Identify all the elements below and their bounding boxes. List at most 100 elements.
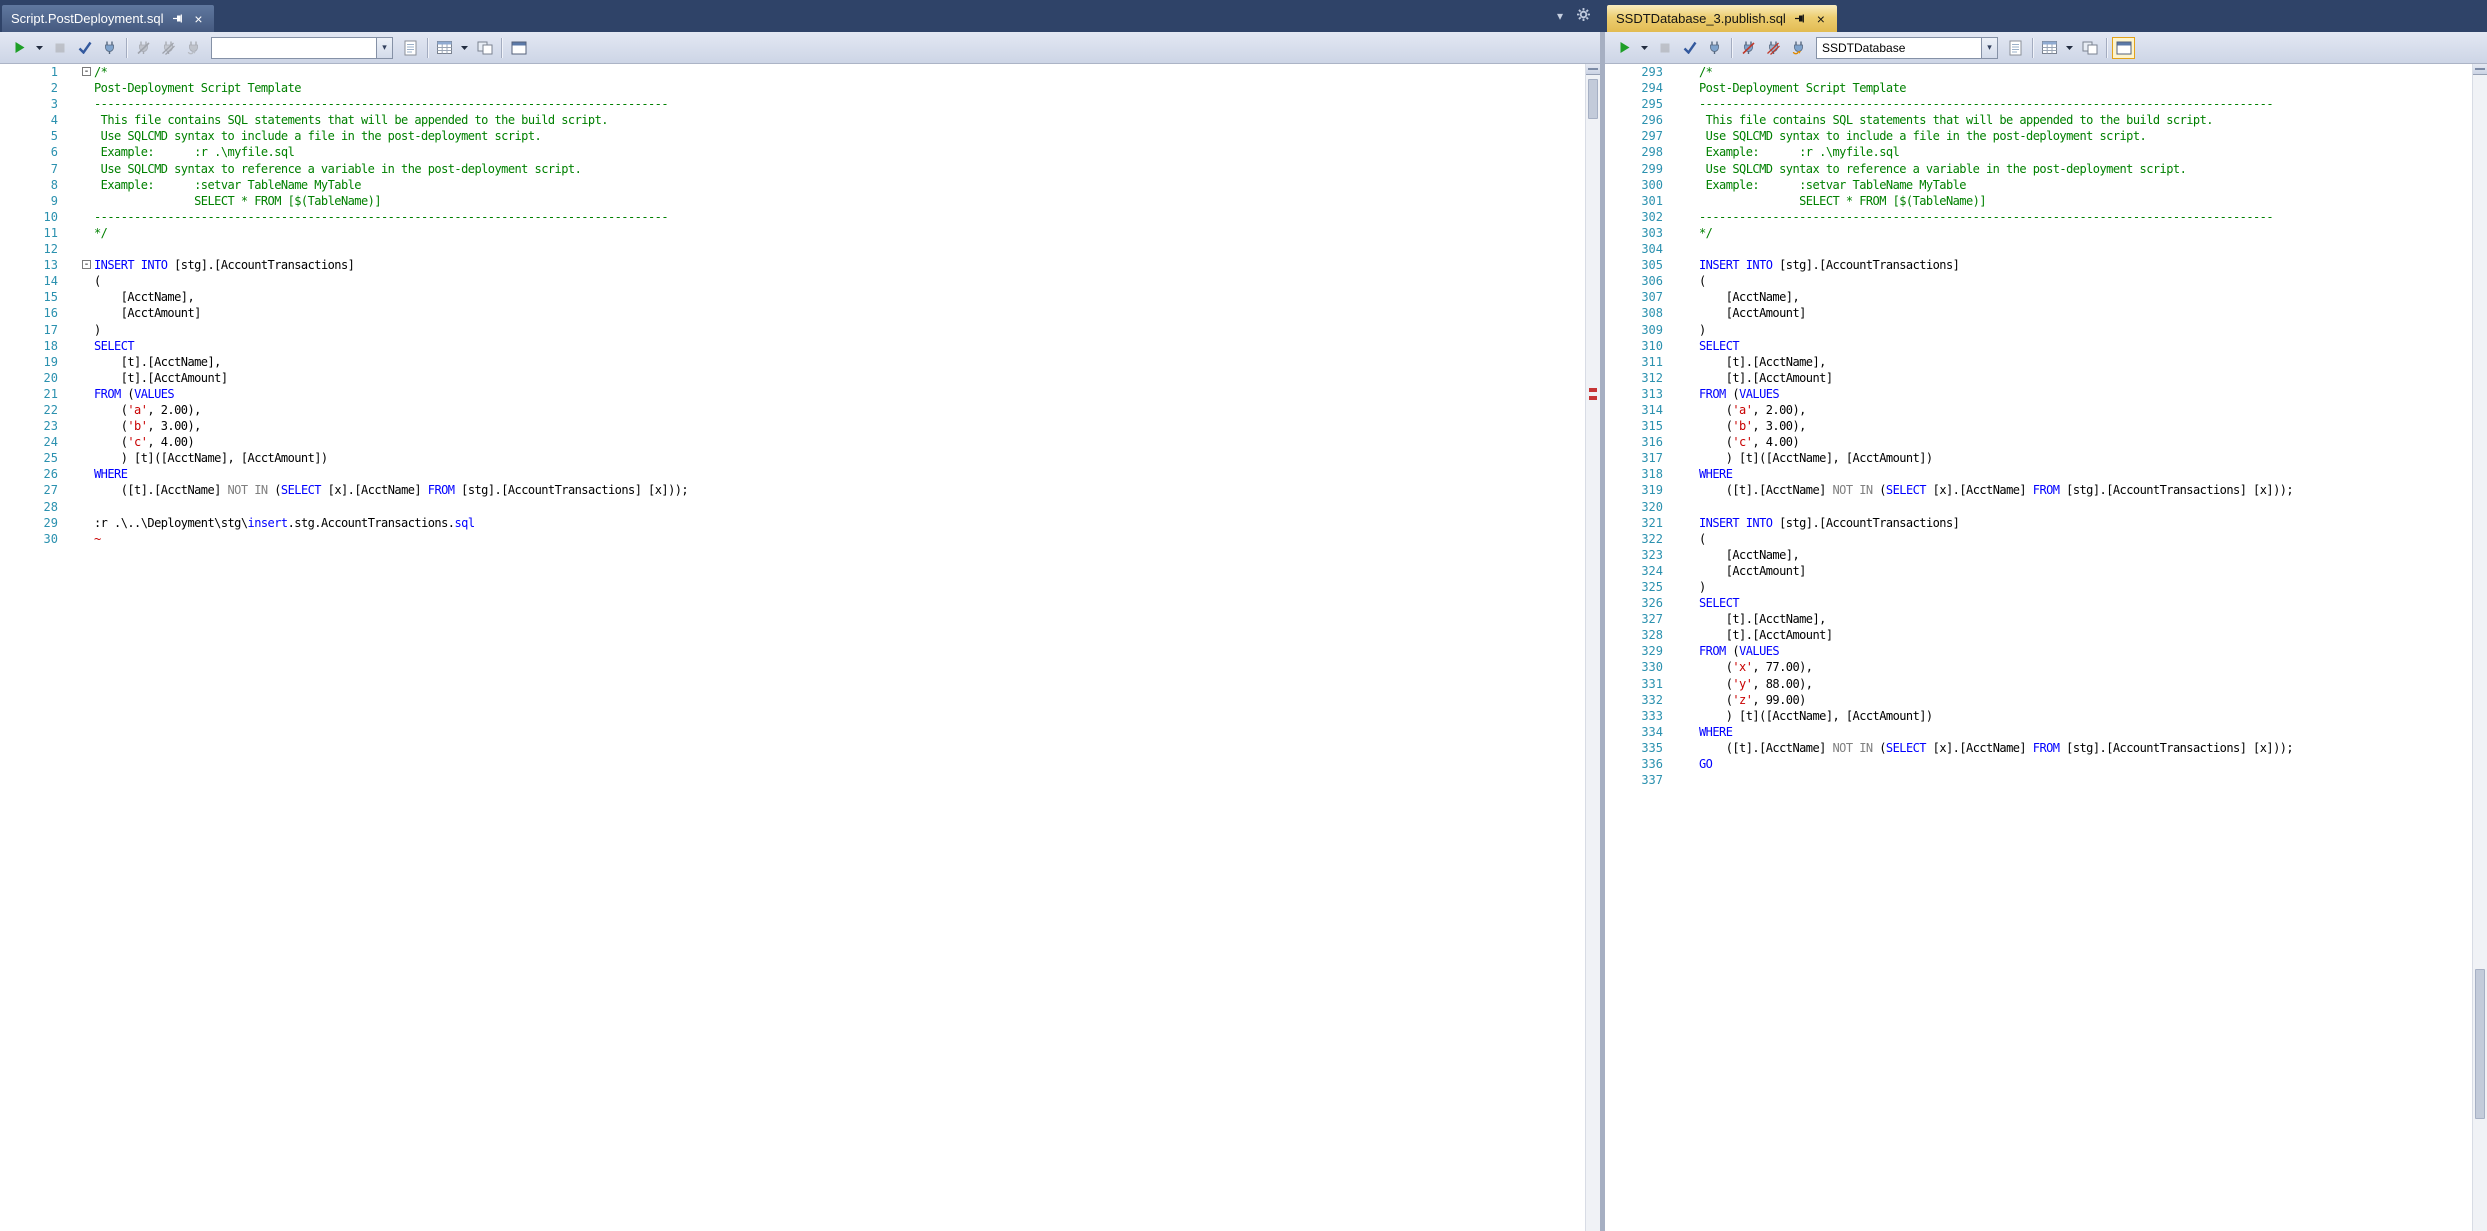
fold-collapse-icon[interactable]: - xyxy=(82,67,91,76)
code-row[interactable]: 297 Use SQLCMD syntax to include a file … xyxy=(1605,128,2472,144)
parse-button[interactable] xyxy=(1678,37,1701,59)
line-number[interactable]: 6 xyxy=(0,144,58,160)
line-number[interactable]: 21 xyxy=(0,386,58,402)
line-number[interactable]: 330 xyxy=(1605,659,1663,675)
code-line[interactable]: ([t].[AcctName] NOT IN (SELECT [x].[Acct… xyxy=(1699,740,2293,756)
code-row[interactable]: 299 Use SQLCMD syntax to reference a var… xyxy=(1605,161,2472,177)
execute-options-chevron[interactable] xyxy=(1638,37,1651,59)
code-line[interactable]: [t].[AcctAmount] xyxy=(1699,370,1833,386)
execute-button[interactable] xyxy=(8,37,31,59)
code-row[interactable]: 331 ('y', 88.00), xyxy=(1605,676,2472,692)
code-row[interactable]: 320 xyxy=(1605,499,2472,515)
code-line[interactable]: ([t].[AcctName] NOT IN (SELECT [x].[Acct… xyxy=(94,482,688,498)
line-number[interactable]: 311 xyxy=(1605,354,1663,370)
code-row[interactable]: 3---------------------------------------… xyxy=(0,96,1585,112)
line-number[interactable]: 296 xyxy=(1605,112,1663,128)
code-line[interactable]: Use SQLCMD syntax to reference a variabl… xyxy=(1699,161,2186,177)
code-row[interactable]: 323 [AcctName], xyxy=(1605,547,2472,563)
execute-button[interactable] xyxy=(1613,37,1636,59)
scrollbar-thumb[interactable] xyxy=(2475,969,2485,1119)
code-row[interactable]: 14( xyxy=(0,273,1585,289)
code-line[interactable]: INSERT INTO [stg].[AccountTransactions] xyxy=(94,257,354,273)
code-line[interactable]: */ xyxy=(1699,225,1712,241)
split-handle[interactable] xyxy=(2473,64,2487,75)
code-line[interactable]: ( xyxy=(94,273,101,289)
code-line[interactable]: Use SQLCMD syntax to include a file in t… xyxy=(1699,128,2146,144)
code-line[interactable]: SELECT * FROM [$(TableName)] xyxy=(1699,193,1986,209)
code-row[interactable]: 313FROM (VALUES xyxy=(1605,386,2472,402)
code-row[interactable]: 17) xyxy=(0,322,1585,338)
code-row[interactable]: 29:r .\..\Deployment\stg\insert.stg.Acco… xyxy=(0,515,1585,531)
line-number[interactable]: 7 xyxy=(0,161,58,177)
line-number[interactable]: 329 xyxy=(1605,643,1663,659)
code-line[interactable]: ) [t]([AcctName], [AcctAmount]) xyxy=(1699,450,1933,466)
pin-icon[interactable] xyxy=(170,11,184,26)
line-number[interactable]: 2 xyxy=(0,80,58,96)
code-line[interactable]: ('c', 4.00) xyxy=(1699,434,1799,450)
left-vertical-scrollbar[interactable] xyxy=(1585,64,1600,1231)
line-number[interactable]: 321 xyxy=(1605,515,1663,531)
code-row[interactable]: 13 -INSERT INTO [stg].[AccountTransaction… xyxy=(0,257,1585,273)
gear-icon[interactable] xyxy=(1577,8,1590,24)
line-number[interactable]: 30 xyxy=(0,531,58,547)
line-number[interactable]: 335 xyxy=(1605,740,1663,756)
code-line[interactable]: ('y', 88.00), xyxy=(1699,676,1812,692)
code-line[interactable]: ('c', 4.00) xyxy=(94,434,194,450)
code-row[interactable]: 314 ('a', 2.00), xyxy=(1605,402,2472,418)
line-number[interactable]: 320 xyxy=(1605,499,1663,515)
code-row[interactable]: 315 ('b', 3.00), xyxy=(1605,418,2472,434)
line-number[interactable]: 309 xyxy=(1605,322,1663,338)
code-row[interactable]: 306( xyxy=(1605,273,2472,289)
database-combobox[interactable]: SSDTDatabase ▾ xyxy=(1816,37,1998,59)
code-row[interactable]: 300 Example: :setvar TableName MyTable xyxy=(1605,177,2472,193)
pin-icon[interactable] xyxy=(1793,11,1807,26)
code-row[interactable]: 298 Example: :r .\myfile.sql xyxy=(1605,144,2472,160)
code-row[interactable]: 310 SELECT xyxy=(1605,338,2472,354)
code-line[interactable]: SELECT * FROM [$(TableName)] xyxy=(94,193,381,209)
line-number[interactable]: 336 xyxy=(1605,756,1663,772)
line-number[interactable]: 310 xyxy=(1605,338,1663,354)
code-row[interactable]: 295-------------------------------------… xyxy=(1605,96,2472,112)
code-line[interactable]: ([t].[AcctName] NOT IN (SELECT [x].[Acct… xyxy=(1699,482,2293,498)
code-line[interactable]: ( xyxy=(1699,531,1706,547)
code-row[interactable]: 305INSERT INTO [stg].[AccountTransaction… xyxy=(1605,257,2472,273)
line-number[interactable]: 299 xyxy=(1605,161,1663,177)
line-number[interactable]: 24 xyxy=(0,434,58,450)
code-line[interactable]: WHERE xyxy=(94,466,127,482)
code-line[interactable]: [t].[AcctName], xyxy=(94,354,221,370)
code-line[interactable]: Example: :r .\myfile.sql xyxy=(94,144,294,160)
code-row[interactable]: 332 ('z', 99.00) xyxy=(1605,692,2472,708)
fold-collapse-icon[interactable]: - xyxy=(82,260,91,269)
code-row[interactable]: 296 This file contains SQL statements th… xyxy=(1605,112,2472,128)
code-line[interactable]: SELECT xyxy=(1699,338,1739,354)
code-row[interactable]: 328 [t].[AcctAmount] xyxy=(1605,627,2472,643)
code-line[interactable]: ) [t]([AcctName], [AcctAmount]) xyxy=(1699,708,1933,724)
line-number[interactable]: 5 xyxy=(0,128,58,144)
code-row[interactable]: 10--------------------------------------… xyxy=(0,209,1585,225)
line-number[interactable]: 298 xyxy=(1605,144,1663,160)
code-line[interactable]: SELECT xyxy=(94,338,134,354)
line-number[interactable]: 13 xyxy=(0,257,58,273)
line-number[interactable]: 15 xyxy=(0,289,58,305)
code-line[interactable]: [t].[AcctAmount] xyxy=(1699,627,1833,643)
line-number[interactable]: 18 xyxy=(0,338,58,354)
line-number[interactable]: 23 xyxy=(0,418,58,434)
tab-script-postdeployment[interactable]: Script.PostDeployment.sql × xyxy=(2,5,214,32)
change-connection-button[interactable] xyxy=(1787,37,1810,59)
line-number[interactable]: 323 xyxy=(1605,547,1663,563)
code-row[interactable]: 19 [t].[AcctName], xyxy=(0,354,1585,370)
line-number[interactable]: 3 xyxy=(0,96,58,112)
combobox-dropdown-button[interactable]: ▾ xyxy=(1981,38,1997,58)
code-row[interactable]: 293/* xyxy=(1605,64,2472,80)
execute-options-chevron[interactable] xyxy=(33,37,46,59)
code-line[interactable]: [AcctName], xyxy=(1699,289,1799,305)
line-number[interactable]: 28 xyxy=(0,499,58,515)
line-number[interactable]: 308 xyxy=(1605,305,1663,321)
code-row[interactable]: 1-/* xyxy=(0,64,1585,80)
code-row[interactable]: 15 [AcctName], xyxy=(0,289,1585,305)
code-row[interactable]: 294Post-Deployment Script Template xyxy=(1605,80,2472,96)
code-line[interactable]: */ xyxy=(94,225,107,241)
line-number[interactable]: 293 xyxy=(1605,64,1663,80)
line-number[interactable]: 16 xyxy=(0,305,58,321)
stop-button[interactable] xyxy=(1653,37,1676,59)
